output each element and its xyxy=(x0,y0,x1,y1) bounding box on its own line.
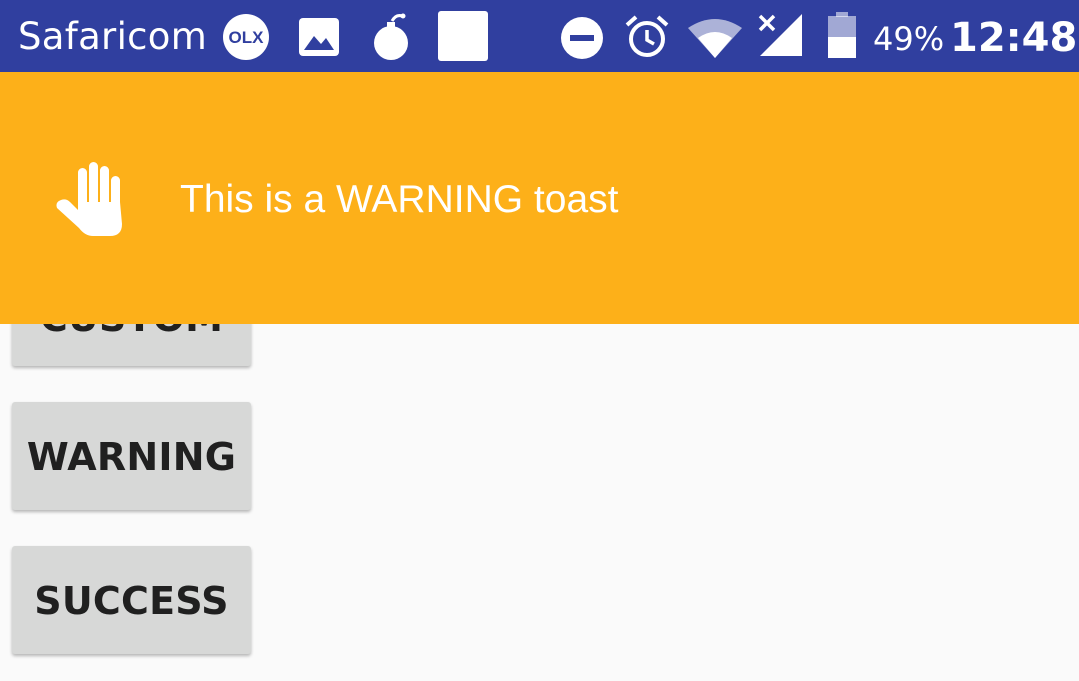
status-clock: 12:48 xyxy=(950,15,1078,61)
battery-icon xyxy=(828,12,856,58)
warning-toast: This is a WARNING toast xyxy=(0,72,1079,324)
olx-icon: OLX xyxy=(223,14,269,60)
wifi-icon xyxy=(688,19,742,58)
success-button[interactable]: SUCCESS xyxy=(12,546,251,654)
hand-stop-icon xyxy=(56,162,122,236)
battery-percentage: 49% xyxy=(873,20,945,58)
olx-badge-text: OLX xyxy=(229,28,265,47)
warning-button[interactable]: WARNING xyxy=(12,402,251,510)
do-not-disturb-icon xyxy=(561,17,603,59)
square-icon xyxy=(438,11,488,61)
image-icon xyxy=(299,18,339,56)
carrier-name: Safaricom xyxy=(18,15,208,58)
alarm-icon xyxy=(625,15,669,57)
toast-message: This is a WARNING toast xyxy=(180,178,619,221)
bomb-icon xyxy=(374,13,408,60)
no-signal-icon xyxy=(758,14,802,56)
status-bar: Safaricom OLX 49% 12:48 xyxy=(0,0,1079,72)
